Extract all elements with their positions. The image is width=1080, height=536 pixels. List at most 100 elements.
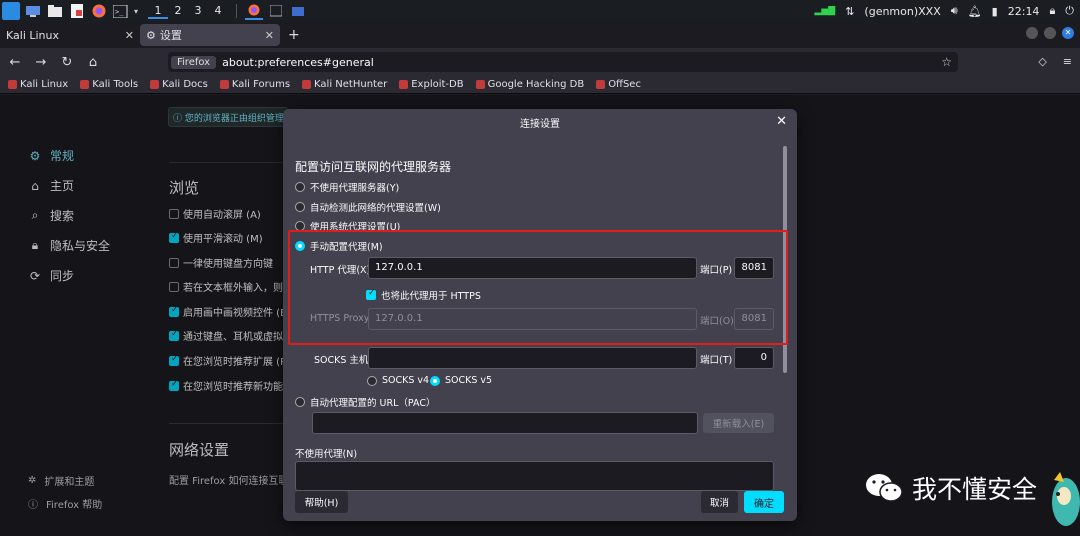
- bookmark-label: OffSec: [608, 79, 641, 90]
- clock[interactable]: 22:14: [1008, 5, 1040, 18]
- gear-icon: ⚙: [146, 28, 156, 42]
- watermark-text: 我不懂安全: [912, 475, 1038, 504]
- forward-icon[interactable]: →: [30, 55, 52, 70]
- battery-icon[interactable]: ▮: [992, 5, 998, 18]
- back-icon[interactable]: ←: [4, 55, 26, 70]
- bookmark-item[interactable]: OffSec: [596, 79, 641, 90]
- socks-version-radio[interactable]: [367, 375, 377, 386]
- socks-version-radio[interactable]: [430, 375, 440, 386]
- socks-version-radio-row[interactable]: SOCKS v5: [430, 375, 492, 386]
- firefox-icon[interactable]: [90, 2, 108, 20]
- bookmark-item[interactable]: Kali Forums: [219, 79, 291, 90]
- power-icon[interactable]: ⏻: [1065, 4, 1074, 18]
- watermark: 我不懂安全: [864, 470, 1037, 506]
- volume-icon[interactable]: 🔊︎: [951, 4, 958, 18]
- proxy-mode-radio-row[interactable]: 自动检测此网络的代理设置(W): [295, 200, 441, 214]
- manual-proxy-highlight: [288, 230, 788, 345]
- pocket-icon[interactable]: ◇: [1038, 55, 1046, 68]
- workspace-1[interactable]: 1: [148, 4, 169, 19]
- pac-url-input[interactable]: [312, 412, 698, 434]
- bookmark-item[interactable]: Exploit-DB: [399, 79, 464, 90]
- ok-button[interactable]: 确定: [744, 491, 784, 513]
- proxy-mode-label: 自动检测此网络的代理设置(W): [310, 203, 441, 214]
- close-icon[interactable]: ✕: [125, 29, 134, 42]
- bookmark-favicon-icon: [475, 80, 485, 89]
- navigation-bar: ← → ↻ ⌂ Firefox about:preferences#genera…: [0, 48, 1080, 76]
- proxy-heading: 配置访问互联网的代理服务器: [295, 160, 452, 174]
- bookmark-favicon-icon: [150, 80, 160, 89]
- identity-label[interactable]: Firefox: [171, 55, 217, 69]
- notification-icon[interactable]: 🔔︎: [968, 5, 982, 18]
- close-icon[interactable]: ✕: [776, 114, 787, 129]
- proxy-mode-radio-row[interactable]: 不使用代理服务器(Y): [295, 180, 399, 194]
- close-icon[interactable]: ✕: [265, 29, 274, 42]
- url-text[interactable]: about:preferences#general: [222, 56, 374, 69]
- pac-radio[interactable]: [295, 397, 305, 407]
- desktop-icon[interactable]: [24, 2, 42, 20]
- bookmark-favicon-icon: [80, 80, 90, 89]
- workspace-4[interactable]: 4: [208, 4, 228, 19]
- files-icon[interactable]: [46, 2, 64, 20]
- reload-icon[interactable]: ↻: [56, 55, 78, 70]
- socks-host-input[interactable]: [368, 347, 697, 369]
- tab-kali-linux[interactable]: Kali Linux ✕: [0, 24, 140, 46]
- bookmark-star-icon[interactable]: ☆: [941, 55, 952, 69]
- tab-settings[interactable]: ⚙ 设置 ✕: [140, 24, 280, 46]
- cancel-button[interactable]: 取消: [701, 491, 738, 513]
- taskbar: >_ ▾ 1234 ▂▅▇ ⇅ (genmon)XXX 🔊︎ 🔔︎ ▮ 22:1…: [0, 0, 1080, 22]
- mascot-icon: [1044, 470, 1080, 530]
- bookmark-label: Kali Forums: [231, 79, 291, 90]
- bookmark-label: Kali Linux: [20, 79, 69, 90]
- dialog-title: 连接设置: [520, 118, 560, 130]
- socks-version-label: SOCKS v4: [382, 375, 430, 386]
- bookmark-item[interactable]: Kali NetHunter: [302, 79, 387, 90]
- url-bar[interactable]: Firefox about:preferences#general ☆: [168, 52, 958, 72]
- user-label[interactable]: (genmon)XXX: [864, 5, 940, 18]
- minimize-button[interactable]: [1026, 27, 1038, 39]
- menu-icon[interactable]: ≡: [1063, 55, 1072, 68]
- bookmark-item[interactable]: Google Hacking DB: [475, 79, 585, 90]
- no-proxy-textarea[interactable]: [295, 461, 774, 491]
- network-activity-icon: ▂▅▇: [814, 6, 836, 16]
- socks-port-input[interactable]: 0: [734, 347, 774, 369]
- bookmark-favicon-icon: [8, 80, 17, 89]
- maximize-button[interactable]: [1044, 27, 1056, 39]
- workspace-3[interactable]: 3: [188, 4, 208, 19]
- pac-radio-row[interactable]: 自动代理配置的 URL（PAC）: [295, 395, 435, 409]
- dialog-header: 连接设置: [283, 109, 797, 135]
- help-button[interactable]: 帮助(H): [295, 491, 348, 513]
- proxy-mode-radio[interactable]: [295, 182, 305, 192]
- proxy-mode-radio[interactable]: [295, 202, 305, 212]
- workspace-2[interactable]: 2: [168, 4, 188, 19]
- socks-host-label: SOCKS 主机: [314, 355, 369, 366]
- firefox-window-icon[interactable]: [245, 2, 264, 20]
- socks-port-label: 端口(T): [700, 355, 733, 366]
- socks-version-radio-row[interactable]: SOCKS v4: [367, 375, 429, 386]
- chevron-down-icon[interactable]: ▾: [134, 7, 138, 16]
- bookmark-item[interactable]: Kali Linux: [8, 79, 68, 90]
- home-icon[interactable]: ⌂: [82, 55, 104, 70]
- proxy-mode-label: 不使用代理服务器(Y): [310, 183, 400, 194]
- reload-pac-button[interactable]: 重新载入(E): [703, 413, 774, 433]
- bookmark-item[interactable]: Kali Tools: [80, 79, 138, 90]
- kali-menu-icon[interactable]: [2, 2, 20, 20]
- terminal-window-icon[interactable]: [267, 2, 285, 20]
- bookmark-label: Google Hacking DB: [487, 79, 585, 90]
- bookmark-item[interactable]: Kali Docs: [150, 79, 208, 90]
- bookmark-favicon-icon: [399, 80, 409, 89]
- editor-icon[interactable]: [68, 2, 86, 20]
- pac-label: 自动代理配置的 URL（PAC）: [310, 398, 436, 409]
- lock-screen-icon[interactable]: 🔒︎: [1049, 4, 1055, 18]
- terminal-icon[interactable]: >_: [112, 2, 130, 20]
- bookmark-favicon-icon: [302, 80, 312, 89]
- tab-label: 设置: [159, 29, 182, 42]
- close-window-button[interactable]: ✕: [1062, 27, 1074, 39]
- workspace-switcher[interactable]: 1234: [148, 4, 228, 19]
- folder-window-icon[interactable]: [289, 2, 307, 20]
- bookmark-favicon-icon: [596, 80, 606, 89]
- new-tab-button[interactable]: +: [288, 27, 300, 43]
- network-icon[interactable]: ⇅: [845, 5, 854, 18]
- bookmark-label: Kali NetHunter: [314, 79, 388, 90]
- no-proxy-label: 不使用代理(N): [295, 449, 358, 460]
- bookmark-favicon-icon: [219, 80, 229, 89]
